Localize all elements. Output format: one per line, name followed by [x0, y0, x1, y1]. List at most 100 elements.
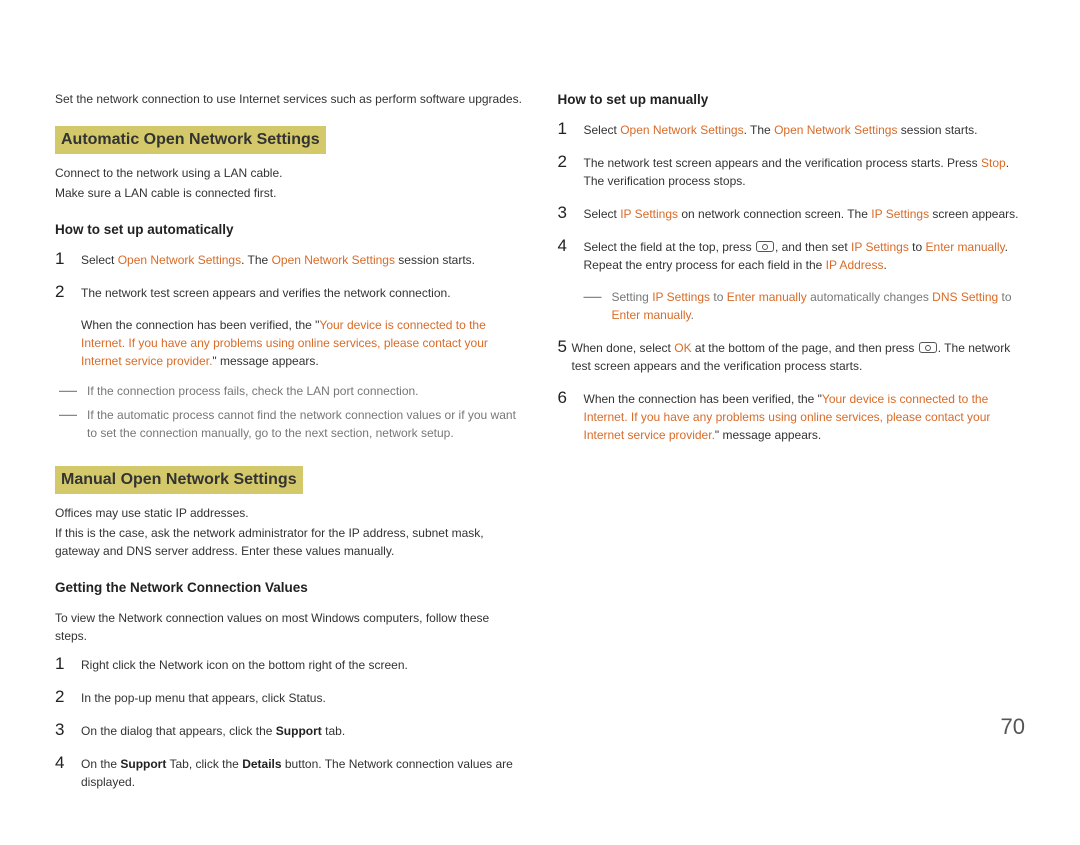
text: " message appears.: [715, 428, 821, 442]
step-body: Select IP Settings on network connection…: [584, 204, 1026, 223]
auto-desc-1: Connect to the network using a LAN cable…: [55, 164, 523, 182]
text: on network connection screen. The: [678, 207, 871, 221]
note-2: ― If the automatic process cannot find t…: [59, 406, 523, 442]
text-highlight: Stop: [981, 156, 1006, 170]
text-highlight: Open Network Settings: [272, 253, 395, 267]
step-body: The network test screen appears and veri…: [81, 283, 523, 302]
text: .: [691, 308, 694, 322]
text: On the: [81, 757, 120, 771]
auto-desc-2: Make sure a LAN cable is connected first…: [55, 184, 523, 202]
text-bold: Details: [242, 757, 281, 771]
step-body: In the pop-up menu that appears, click S…: [81, 688, 523, 707]
subheading-manual-setup: How to set up manually: [558, 90, 1026, 110]
text-bold: Support: [276, 724, 322, 738]
text: When the connection has been verified, t…: [584, 392, 822, 406]
manual-step-1: 1 Select Open Network Settings. The Open…: [558, 120, 1026, 139]
text: session starts.: [897, 123, 977, 137]
enter-button-icon: [919, 342, 937, 353]
step-number: 2: [558, 153, 570, 172]
dash-icon: ―: [59, 406, 77, 422]
auto-step-1: 1 Select Open Network Settings. The Open…: [55, 250, 523, 269]
step-body: The network test screen appears and the …: [584, 153, 1026, 190]
intro-text: Set the network connection to use Intern…: [55, 90, 523, 108]
text: . The: [744, 123, 774, 137]
step-body: When the connection has been verified, t…: [584, 389, 1026, 444]
step-body: When done, select OK at the bottom of th…: [572, 338, 1026, 375]
page-number: 70: [1001, 710, 1025, 743]
text: at the bottom of the page, and then pres…: [692, 341, 918, 355]
heading-manual: Manual Open Network Settings: [55, 466, 303, 494]
step-body: On the dialog that appears, click the Su…: [81, 721, 523, 740]
text: screen appears.: [929, 207, 1018, 221]
text: Tab, click the: [166, 757, 242, 771]
text: Select the field at the top, press: [584, 240, 755, 254]
text: Setting: [612, 290, 653, 304]
text: When the connection has been verified, t…: [81, 318, 319, 332]
step-body: On the Support Tab, click the Details bu…: [81, 754, 523, 791]
text: automatically changes: [807, 290, 932, 304]
left-column: Set the network connection to use Intern…: [55, 90, 523, 805]
text-highlight: IP Settings: [871, 207, 929, 221]
text: to: [710, 290, 727, 304]
text: The network test screen appears and the …: [584, 156, 982, 170]
heading-automatic: Automatic Open Network Settings: [55, 126, 326, 154]
auto-step-2: 2 The network test screen appears and ve…: [55, 283, 523, 302]
manual-step-5: 5 When done, select OK at the bottom of …: [558, 338, 1026, 375]
subheading-auto-setup: How to set up automatically: [55, 220, 523, 240]
right-column: How to set up manually 1 Select Open Net…: [558, 90, 1026, 805]
conn-step-3: 3 On the dialog that appears, click the …: [55, 721, 523, 740]
step-number: 3: [558, 204, 570, 223]
step-number: 1: [558, 120, 570, 139]
step-number: 2: [55, 283, 67, 302]
step-body: Right click the Network icon on the bott…: [81, 655, 523, 674]
text-bold: Support: [120, 757, 166, 771]
step-body: Select Open Network Settings. The Open N…: [81, 250, 523, 269]
text-highlight: Enter manually: [727, 290, 807, 304]
text: tab.: [322, 724, 345, 738]
manual-desc-1: Offices may use static IP addresses.: [55, 504, 523, 522]
step-number: 4: [558, 237, 570, 256]
manual-step-4: 4 Select the field at the top, press , a…: [558, 237, 1026, 274]
manual-desc-2: If this is the case, ask the network adm…: [55, 524, 523, 560]
text: session starts.: [395, 253, 475, 267]
text-highlight: Open Network Settings: [774, 123, 897, 137]
text-highlight: Enter manually: [612, 308, 691, 322]
text: , and then set: [775, 240, 851, 254]
step-number: 5: [558, 338, 570, 357]
text-highlight: OK: [674, 341, 691, 355]
text: Select: [584, 123, 621, 137]
note-body: If the connection process fails, check t…: [87, 382, 523, 400]
dash-icon: ―: [584, 288, 602, 304]
conn-step-2: 2 In the pop-up menu that appears, click…: [55, 688, 523, 707]
text: .: [883, 258, 886, 272]
manual-step-6: 6 When the connection has been verified,…: [558, 389, 1026, 444]
step-number: 2: [55, 688, 67, 707]
step-number: 1: [55, 655, 67, 674]
text-highlight: Open Network Settings: [620, 123, 743, 137]
text-highlight: IP Settings: [851, 240, 909, 254]
text: . The: [241, 253, 271, 267]
text-highlight: Open Network Settings: [118, 253, 241, 267]
manual-step-3: 3 Select IP Settings on network connecti…: [558, 204, 1026, 223]
manual-step-2: 2 The network test screen appears and th…: [558, 153, 1026, 190]
verification-message: When the connection has been verified, t…: [81, 316, 523, 370]
text: Select: [584, 207, 621, 221]
subheading-conn-values: Getting the Network Connection Values: [55, 578, 523, 598]
step-number: 3: [55, 721, 67, 740]
text: to: [909, 240, 926, 254]
text: " message appears.: [212, 354, 318, 368]
text-highlight: IP Settings: [652, 290, 710, 304]
text-highlight: DNS Setting: [932, 290, 998, 304]
step-number: 1: [55, 250, 67, 269]
text: When done, select: [572, 341, 675, 355]
text-highlight: Enter manually: [926, 240, 1005, 254]
step-body: Select the field at the top, press , and…: [584, 237, 1026, 274]
step-body: Select Open Network Settings. The Open N…: [584, 120, 1026, 139]
text: Select: [81, 253, 118, 267]
note-body: If the automatic process cannot find the…: [87, 406, 523, 442]
note-1: ― If the connection process fails, check…: [59, 382, 523, 400]
text: to: [998, 290, 1011, 304]
conn-step-1: 1 Right click the Network icon on the bo…: [55, 655, 523, 674]
text-highlight: IP Address: [826, 258, 884, 272]
text: On the dialog that appears, click the: [81, 724, 276, 738]
